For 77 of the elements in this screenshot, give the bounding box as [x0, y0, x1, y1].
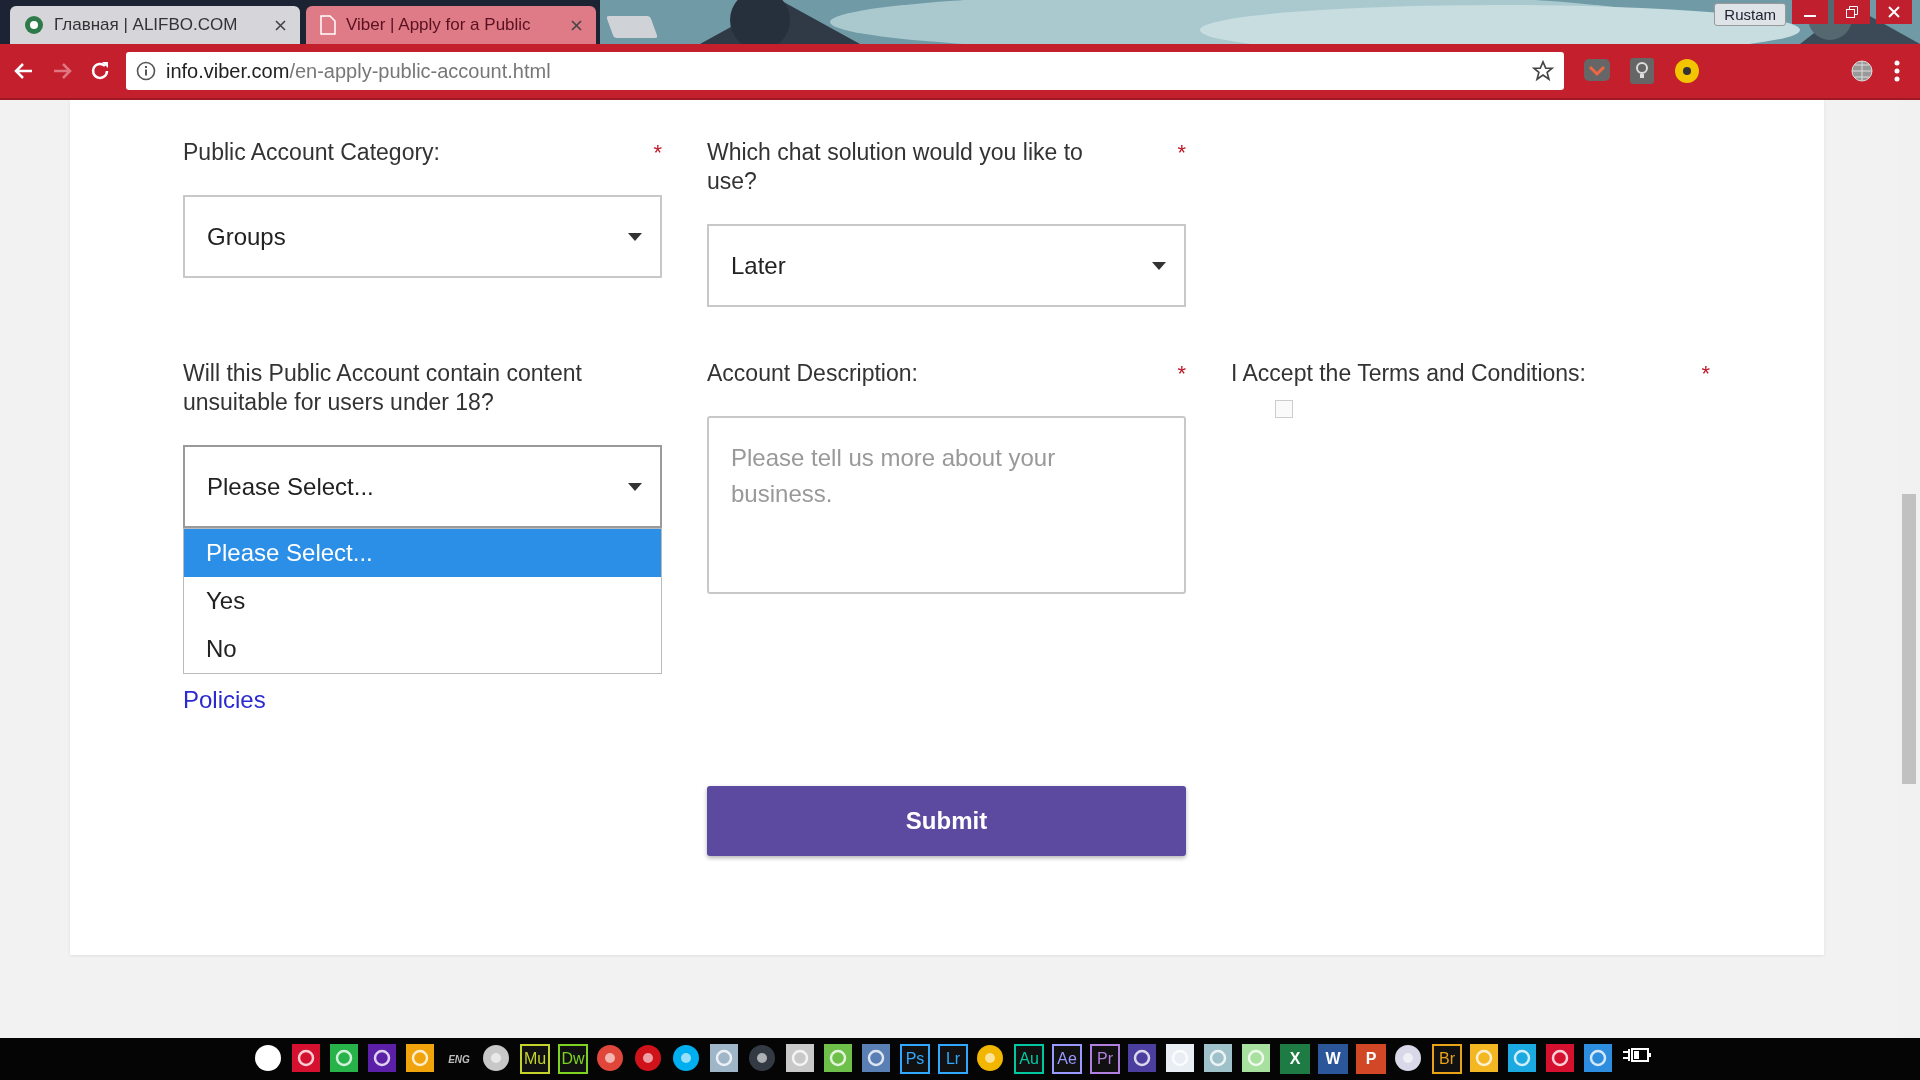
restore-button[interactable] — [1834, 0, 1870, 24]
language-button[interactable]: ENG — [444, 1044, 474, 1074]
browser-tab[interactable]: Viber | Apply for a Public — [306, 6, 596, 44]
app-icon[interactable] — [710, 1044, 740, 1074]
app-icon[interactable] — [672, 1044, 702, 1074]
close-icon[interactable] — [275, 19, 286, 31]
app-icon[interactable] — [330, 1044, 360, 1074]
minimize-button[interactable] — [1792, 0, 1828, 24]
taskbar-button[interactable]: Pr — [1090, 1044, 1120, 1074]
dropdown-option[interactable]: Yes — [184, 577, 661, 625]
required-mark: * — [1177, 360, 1186, 388]
app-icon[interactable] — [1584, 1044, 1614, 1074]
app-icon[interactable] — [862, 1044, 892, 1074]
info-icon — [136, 61, 156, 81]
app-icon[interactable] — [596, 1044, 626, 1074]
app-icon[interactable] — [748, 1044, 778, 1074]
menu-icon[interactable] — [1894, 60, 1900, 82]
taskbar-button[interactable]: Lr — [938, 1044, 968, 1074]
badge-icon[interactable] — [1674, 58, 1700, 84]
caret-icon — [1152, 261, 1166, 270]
taskbar-button[interactable]: Br — [1432, 1044, 1462, 1074]
app-icon[interactable] — [1128, 1044, 1158, 1074]
app-icon[interactable] — [1204, 1044, 1234, 1074]
app-icon[interactable] — [292, 1044, 322, 1074]
close-icon[interactable] — [571, 19, 582, 31]
app-icon[interactable] — [1508, 1044, 1538, 1074]
app-icon[interactable] — [1242, 1044, 1272, 1074]
profile-button[interactable]: Rustam — [1714, 3, 1786, 26]
terms-checkbox[interactable] — [1275, 400, 1293, 418]
taskbar-button[interactable]: X — [1280, 1044, 1310, 1074]
dropdown-option[interactable]: No — [184, 625, 661, 673]
select-field[interactable]: Please Select... — [183, 445, 662, 528]
caret-icon — [628, 482, 642, 491]
page-icon — [320, 15, 336, 35]
app-icon[interactable] — [1470, 1044, 1500, 1074]
field-label: Will this Public Account contain content unsuitable for users under 18? — [183, 359, 583, 417]
globe-icon[interactable] — [1850, 59, 1874, 83]
taskbar-button[interactable]: P — [1356, 1044, 1386, 1074]
address-bar[interactable]: info.viber.com/en-apply-public-account.html — [126, 52, 1564, 90]
app-icon[interactable] — [1546, 1044, 1576, 1074]
field-label: Public Account Category: — [183, 138, 440, 167]
close-icon — [1888, 6, 1900, 18]
required-mark: * — [1701, 360, 1710, 388]
taskbar-button[interactable]: Ae — [1052, 1044, 1082, 1074]
field-label: Account Description: — [707, 359, 918, 388]
submit-button[interactable]: Submit — [707, 786, 1186, 856]
required-mark: * — [653, 139, 662, 167]
required-mark: * — [1177, 139, 1186, 167]
taskbar-button[interactable]: Mu — [520, 1044, 550, 1074]
app-icon[interactable] — [824, 1044, 854, 1074]
bulb-icon[interactable] — [1630, 58, 1654, 84]
browser-tab[interactable]: Главная | ALIFBO.COM — [10, 6, 300, 44]
app-icon[interactable] — [634, 1044, 664, 1074]
field-label: I Accept the Terms and Conditions: — [1231, 359, 1586, 388]
taskbar-button[interactable]: Au — [1014, 1044, 1044, 1074]
taskbar-button[interactable]: Ps — [900, 1044, 930, 1074]
app-icon[interactable] — [1394, 1044, 1424, 1074]
app-icon[interactable] — [786, 1044, 816, 1074]
select-field[interactable]: Groups — [183, 195, 662, 278]
url-text: info.viber.com/en-apply-public-account.html — [166, 59, 552, 83]
field-label: Which chat solution would you like to use? — [707, 138, 1084, 196]
select-field[interactable]: Later — [707, 224, 1186, 307]
app-icon[interactable] — [1166, 1044, 1196, 1074]
app-icon[interactable] — [482, 1044, 512, 1074]
taskbar-button[interactable]: Dw — [558, 1044, 588, 1074]
star-icon[interactable] — [1532, 60, 1554, 82]
minimize-icon — [1804, 15, 1816, 17]
close-button[interactable] — [1876, 0, 1912, 24]
app-icon[interactable] — [976, 1044, 1006, 1074]
taskbar-button[interactable]: W — [1318, 1044, 1348, 1074]
app-icon[interactable] — [406, 1044, 436, 1074]
app-icon[interactable] — [368, 1044, 398, 1074]
policies-link[interactable]: Policies — [183, 686, 266, 714]
app-icon[interactable] — [254, 1044, 284, 1074]
caret-icon — [628, 232, 642, 241]
restore-icon — [1846, 6, 1858, 18]
scrollbar-thumb[interactable] — [1902, 494, 1916, 784]
